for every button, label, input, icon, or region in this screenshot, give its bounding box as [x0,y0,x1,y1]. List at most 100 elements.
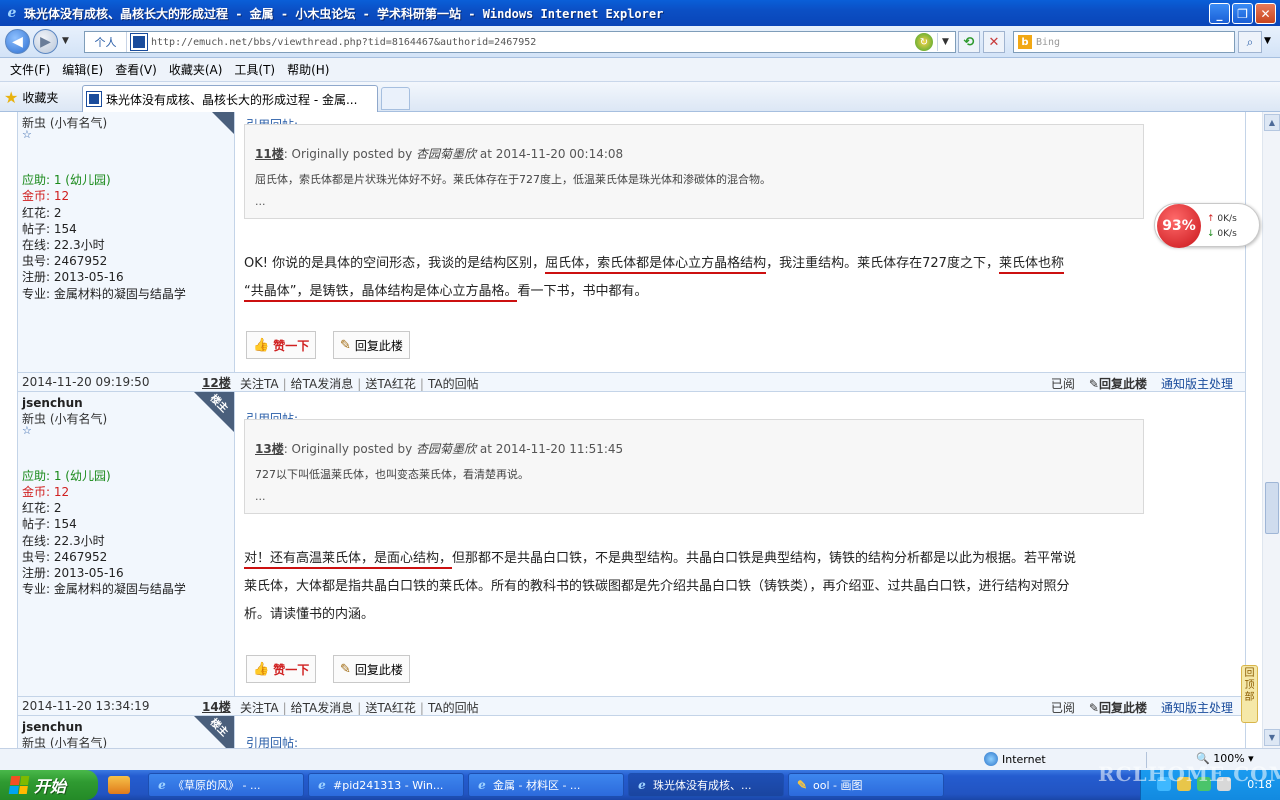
menu-favorites[interactable]: 收藏夹(A) [163,61,229,78]
user-uid: 虫号: 2467952 [22,254,108,268]
maximize-button[interactable]: ❐ [1232,3,1253,24]
task-item-active[interactable]: e 珠光体没有成核、... [628,773,784,797]
watermark-logo: RCLHOME.COM [1098,762,1280,786]
task-item[interactable]: ✎ ool - 画图 [788,773,944,797]
user-name[interactable]: jsenchun [22,720,83,734]
user-help[interactable]: 应助: 1 (幼儿园) [22,171,111,188]
url-text[interactable]: http://emuch.net/bbs/viewthread.php?tid=… [151,37,536,48]
window-titlebar: e 珠光体没有成核、晶核长大的形成过程 - 金属 - 小木虫论坛 - 学术科研第… [0,0,1280,26]
quote-more: ... [255,490,266,503]
read-link[interactable]: 已阅 [1051,699,1075,716]
user-level: 新虫 (小有名气) [22,736,108,748]
user-reg: 注册: 2013-05-16 [22,270,124,284]
upload-speed: ↑ 0K/s [1207,214,1237,224]
new-tab-button[interactable] [381,87,410,110]
search-button[interactable]: ⌕ [1238,31,1262,53]
arrow-up-icon: ↑ [1207,214,1215,224]
ie-icon: e [318,778,326,792]
message-link[interactable]: 给TA发消息 [291,377,354,391]
scroll-down-icon[interactable]: ▼ [1264,729,1280,746]
network-speed-widget[interactable]: 93% ↑ 0K/s ↓ 0K/s [1154,203,1260,248]
compatibility-icon[interactable]: ↻ [915,33,933,51]
reply-link[interactable]: ✎回复此楼 [1089,699,1147,716]
like-button[interactable]: 👍 赞一下 [246,331,317,359]
task-item[interactable]: e 《草原的风》 - ... [148,773,304,797]
search-input[interactable]: b Bing [1013,31,1235,53]
vertical-scrollbar[interactable]: ▲ ▼ [1262,112,1280,748]
user-gold: 金币: 12 [22,485,70,499]
security-zone[interactable]: Internet [984,752,1046,766]
floor-link[interactable]: 12楼 [202,374,231,391]
follow-link[interactable]: 关注TA [240,701,279,715]
quote-floor-link[interactable]: 11楼 [255,147,284,161]
quote-body: 727以下叫低温莱氏体，也叫变态莱氏体，看清楚再说。 [255,468,529,481]
floor-link[interactable]: 14楼 [202,698,231,715]
ie-icon: e [638,778,646,792]
menu-help[interactable]: 帮助(H) [281,61,335,78]
profile-selector[interactable]: 个人 [85,32,127,52]
post-author-panel: 新虫 (小有名气) ☆ 应助: 1 (幼儿园) 金币: 12 红花: 2 帖子:… [18,112,235,374]
user-name[interactable]: jsenchun [22,396,83,410]
task-item[interactable]: e #pid241313 - Win... [308,773,464,797]
user-replies-link[interactable]: TA的回帖 [428,377,479,391]
quote-author: 杏园菊墨欣 [416,442,477,456]
menu-file[interactable]: 文件(F) [4,61,56,78]
browser-tab-active[interactable]: 珠光体没有成核、晶核长大的形成过程 - 金属... [82,85,378,112]
star-icon: ★ [4,87,19,107]
user-major: 专业: 金属材料的凝固与结晶学 [22,287,186,301]
quote-floor-link[interactable]: 13楼 [255,442,284,456]
quick-launch-icon[interactable] [108,776,130,794]
send-flower-link[interactable]: 送TA红花 [365,377,416,391]
reply-floor-button[interactable]: ✎ 回复此楼 [333,655,410,683]
read-link[interactable]: 已阅 [1051,375,1075,392]
user-star-icon: ☆ [22,424,32,437]
arrow-down-icon: ↓ [1207,229,1215,239]
address-toolbar: ◀ ▶ ▼ 个人 http://emuch.net/bbs/viewthread… [0,26,1280,58]
favorites-button[interactable]: ★ 收藏夹 [4,87,58,107]
user-level: 新虫 (小有名气) [22,116,108,130]
post-body: 引用回帖: [236,716,1245,748]
history-dropdown-icon[interactable]: ▼ [62,36,69,46]
address-dropdown-icon[interactable]: ▼ [937,33,953,51]
thumbs-up-icon: 👍 [253,337,270,353]
favorites-label: 收藏夹 [22,90,59,105]
message-link[interactable]: 给TA发消息 [291,701,354,715]
tab-favicon-icon [86,91,102,107]
report-link[interactable]: 通知版主处理 [1161,375,1233,392]
edit-icon: ✎ [340,661,351,677]
reply-floor-button[interactable]: ✎ 回复此楼 [333,331,410,359]
back-button[interactable]: ◀ [5,29,30,54]
close-button[interactable]: ✕ [1255,3,1276,24]
follow-link[interactable]: 关注TA [240,377,279,391]
scroll-thumb[interactable] [1265,482,1279,534]
menu-edit[interactable]: 编辑(E) [56,61,109,78]
send-flower-link[interactable]: 送TA红花 [365,701,416,715]
stop-button[interactable]: ✕ [983,31,1005,53]
post-14: jsenchun 新虫 (小有名气) ☆ 楼主 应助: 1 (幼儿园) 金币: … [17,392,1246,696]
forward-button[interactable]: ▶ [33,29,58,54]
user-help[interactable]: 应助: 1 (幼儿园) [22,467,111,484]
quote-label: 引用回帖: [246,736,299,748]
back-to-top-button[interactable]: 回顶部 [1241,665,1258,723]
ie-icon: e [158,778,166,792]
taskbar: 开始 e 《草原的风》 - ... e #pid241313 - Win... e金… [0,770,1280,800]
quote-body: 屈氏体，索氏体都是片状珠光体好不好。莱氏体存在于727度上，低温莱氏体是珠光体和… [255,173,771,186]
report-link[interactable]: 通知版主处理 [1161,699,1233,716]
post-text: OK! 你说的是具体的空间形态，我谈的是结构区别，屈氏体，索氏体都是体心立方晶格… [244,250,1149,306]
task-item[interactable]: e 金属 - 材料区 - ... [468,773,624,797]
user-replies-link[interactable]: TA的回帖 [428,701,479,715]
start-button[interactable]: 开始 [0,770,98,800]
user-reg: 注册: 2013-05-16 [22,566,124,580]
reply-link[interactable]: ✎回复此楼 [1089,375,1147,392]
refresh-button[interactable]: ⟲ [958,31,980,53]
address-field[interactable]: 个人 http://emuch.net/bbs/viewthread.php?t… [84,31,956,53]
minimize-button[interactable]: _ [1209,3,1230,24]
search-dropdown-icon[interactable]: ▼ [1264,36,1271,46]
user-star-icon: ☆ [22,128,32,141]
menu-tools[interactable]: 工具(T) [228,61,281,78]
post-text: 对！还有高温莱氏体，是面心结构，但那都不是共晶白口铁，不是典型结构。共晶白口铁是… [244,551,1077,622]
menu-view[interactable]: 查看(V) [109,61,163,78]
user-major: 专业: 金属材料的凝固与结晶学 [22,582,186,596]
scroll-up-icon[interactable]: ▲ [1264,114,1280,131]
like-button[interactable]: 👍 赞一下 [246,655,317,683]
